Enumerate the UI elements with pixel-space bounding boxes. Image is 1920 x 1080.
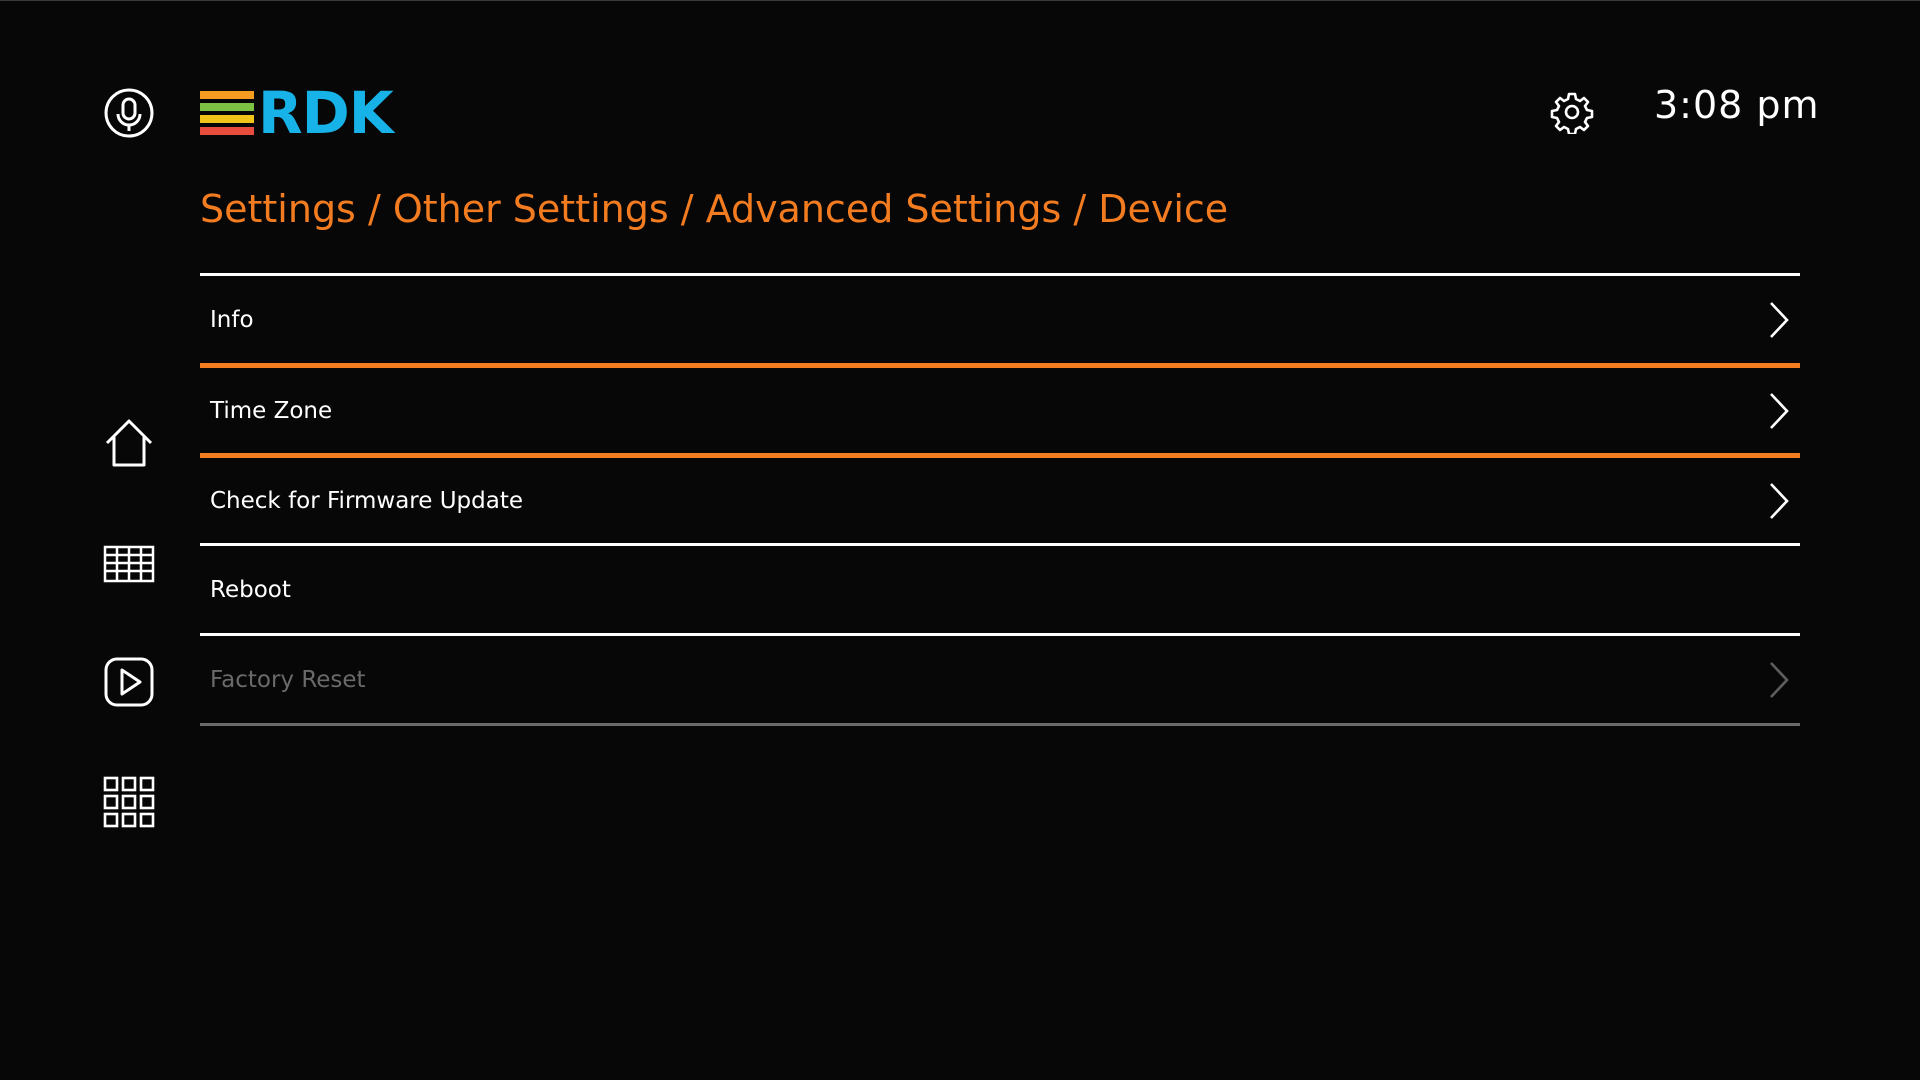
play-icon[interactable] <box>103 656 155 708</box>
menu-item-reboot[interactable]: Reboot <box>200 543 1800 633</box>
settings-screen: RDK 3:08 pm Settings / Other Settings / … <box>0 0 1920 1080</box>
tv-guide-icon[interactable] <box>103 539 155 591</box>
chevron-right-icon <box>1770 482 1789 519</box>
apps-grid-icon[interactable] <box>103 776 155 828</box>
chevron-right-icon <box>1770 661 1789 698</box>
menu-item-check-for-firmware-update[interactable]: Check for Firmware Update <box>200 453 1800 543</box>
breadcrumb: Settings / Other Settings / Advanced Set… <box>200 187 1229 231</box>
menu-item-label: Check for Firmware Update <box>210 487 524 514</box>
microphone-icon[interactable] <box>103 87 155 139</box>
chevron-right-icon <box>1770 392 1789 429</box>
clock: 3:08 pm <box>1654 83 1820 127</box>
logo-text: RDK <box>258 79 394 147</box>
gear-icon[interactable] <box>1550 90 1594 134</box>
menu-item-label: Time Zone <box>210 397 333 424</box>
menu-item-label: Factory Reset <box>210 666 366 693</box>
settings-menu: Info Time Zone Check for Firmware Update… <box>200 273 1800 726</box>
menu-item-factory-reset[interactable]: Factory Reset <box>200 633 1800 723</box>
chevron-right-icon <box>1770 301 1789 338</box>
menu-item-info[interactable]: Info <box>200 273 1800 363</box>
menu-item-time-zone[interactable]: Time Zone <box>200 363 1800 453</box>
rdk-logo: RDK <box>200 79 394 147</box>
home-icon[interactable] <box>103 417 155 469</box>
menu-bottom-divider <box>200 723 1800 726</box>
menu-item-label: Info <box>210 306 254 333</box>
logo-bars <box>200 91 254 135</box>
menu-item-label: Reboot <box>210 576 291 603</box>
